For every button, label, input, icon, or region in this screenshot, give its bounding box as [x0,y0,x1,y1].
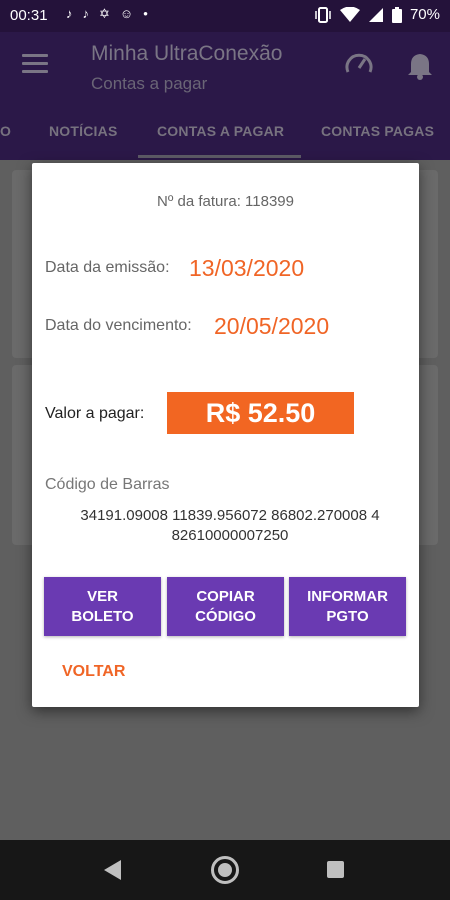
amount-label: Valor a pagar: [45,405,145,422]
app-title: Minha UltraConexão [91,42,283,65]
signal-icon [368,7,383,22]
battery-icon [391,6,402,23]
menu-icon[interactable] [22,54,48,74]
copy-code-label-2: CÓDIGO [195,607,256,625]
invoice-number: Nº da fatura: 118399 [157,193,294,210]
tab-partial[interactable]: O [0,123,11,139]
inform-payment-button[interactable]: INFORMAR PGTO [289,577,406,636]
battery-percent: 70% [409,6,440,23]
bell-icon[interactable] [406,50,434,80]
emission-date-value: 13/03/2020 [189,255,305,281]
barcode-line-1: 34191.09008 11839.956072 86802.270008 4 [80,507,380,524]
copy-code-button[interactable]: COPIAR CÓDIGO [167,577,284,636]
emission-date-label: Data da emissão: [45,259,170,276]
nav-back-icon[interactable] [104,860,121,880]
invoice-dialog: Nº da fatura: 118399 Data da emissão: 13… [32,163,419,707]
barcode-value[interactable]: 34191.09008 11839.956072 86802.270008 4 … [44,506,416,546]
tab-contas-pagas[interactable]: CONTAS PAGAS [321,123,434,139]
view-boleto-button[interactable]: VER BOLETO [44,577,161,636]
copy-code-label-1: COPIAR [196,587,255,605]
app-subtitle: Contas a pagar [91,74,208,93]
smiley-icon: ☺ [119,6,134,21]
nav-recents-icon[interactable] [327,861,344,878]
dot-icon: • [143,6,148,21]
barcode-line-2: 82610000007250 [171,527,289,544]
inform-payment-label-1: INFORMAR [307,587,388,605]
due-date-value: 20/05/2020 [214,313,330,339]
status-bar: 00:31 ♪ ♪ ✡ ☺ • 70% [0,0,450,32]
barcode-label: Código de Barras [45,476,170,493]
view-boleto-label-1: VER [87,587,118,605]
view-boleto-label-2: BOLETO [71,607,134,625]
inform-payment-label-2: PGTO [326,607,369,625]
tab-contas-a-pagar[interactable]: CONTAS A PAGAR [157,123,284,139]
tab-indicator [138,155,301,158]
nav-home-icon[interactable] [211,856,239,884]
wifi-icon [339,6,360,22]
back-button[interactable]: VOLTAR [62,663,125,681]
tiktok-icon: ♪ [82,6,90,21]
vibrate-icon [315,6,331,23]
amount-value: R$ 52.50 [167,392,354,434]
tab-bar: O NOTÍCIAS CONTAS A PAGAR CONTAS PAGAS [0,102,450,160]
system-nav-bar [0,840,450,900]
speedometer-icon[interactable] [344,50,374,80]
pinwheel-icon: ✡ [99,6,110,21]
due-date-label: Data do vencimento: [45,317,192,334]
status-time: 00:31 [10,7,48,24]
tiktok-icon: ♪ [66,6,73,21]
app-bar: Minha UltraConexão Contas a pagar [0,32,450,102]
tab-noticias[interactable]: NOTÍCIAS [49,123,118,139]
